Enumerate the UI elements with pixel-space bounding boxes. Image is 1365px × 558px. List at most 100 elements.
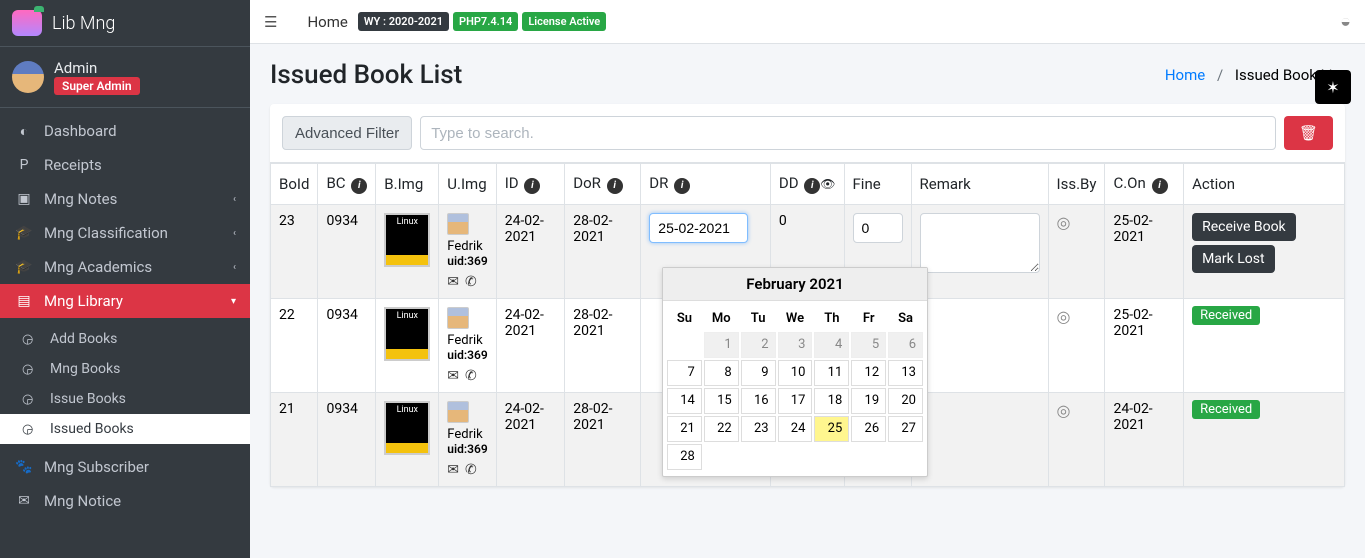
- debug-button[interactable]: ✶: [1315, 70, 1351, 104]
- advanced-filter-button[interactable]: Advanced Filter: [282, 116, 412, 150]
- cell-issby: ◎: [1048, 298, 1105, 392]
- user-circle-icon: ◎: [1057, 401, 1071, 420]
- col-boid[interactable]: BoId: [271, 164, 318, 205]
- mark-lost-button[interactable]: Mark Lost: [1192, 245, 1274, 273]
- day-cell[interactable]: 28: [667, 444, 702, 470]
- topbar-collapse-icon[interactable]: ◒: [1340, 11, 1351, 32]
- day-cell[interactable]: 26: [851, 416, 886, 442]
- sidebar-subitem-issued-books[interactable]: ◶Issued Books: [0, 414, 250, 444]
- user-name: Fedrik: [447, 427, 487, 442]
- nav-label: Issue Books: [50, 391, 126, 407]
- dow-label: Fr: [851, 307, 886, 330]
- page-header: Issued Book List Home / Issued Book List: [250, 44, 1365, 100]
- badge-php: PHP7.4.14: [453, 12, 518, 31]
- day-cell[interactable]: 12: [851, 360, 886, 386]
- brand[interactable]: Lib Mng: [0, 0, 250, 47]
- user-circle-icon: ◎: [1057, 213, 1071, 232]
- datepicker[interactable]: February 2021 SuMoTuWeThFrSa123456789101…: [662, 267, 928, 477]
- day-cell[interactable]: 5: [851, 332, 886, 358]
- breadcrumb-home[interactable]: Home: [1165, 66, 1205, 84]
- user-uid: uid:369: [447, 254, 487, 268]
- day-cell[interactable]: 23: [741, 416, 776, 442]
- col-dr[interactable]: DR i: [641, 164, 771, 205]
- day-cell[interactable]: 19: [851, 388, 886, 414]
- mail-icon[interactable]: ✉: [447, 274, 459, 290]
- cell-bimg: Linux: [376, 392, 439, 486]
- day-cell[interactable]: 25: [814, 416, 849, 442]
- day-cell[interactable]: 1: [704, 332, 739, 358]
- sidebar-item-mng-notes[interactable]: ▣Mng Notes‹: [0, 182, 250, 216]
- mail-icon[interactable]: ✉: [447, 462, 459, 478]
- col-dd[interactable]: DD i👁: [770, 164, 844, 205]
- sidebar-item-receipts[interactable]: PReceipts: [0, 148, 250, 182]
- day-cell[interactable]: 18: [814, 388, 849, 414]
- user-avatar: [447, 307, 469, 329]
- col-bc[interactable]: BC i: [318, 164, 376, 205]
- sidebar-item-mng-subscriber[interactable]: 🐾Mng Subscriber: [0, 450, 250, 484]
- sidebar-subitem-mng-books[interactable]: ◶Mng Books: [0, 354, 250, 384]
- sidebar-item-dashboard[interactable]: ◐Dashboard: [0, 114, 250, 148]
- day-cell[interactable]: 8: [704, 360, 739, 386]
- day-cell[interactable]: 17: [778, 388, 813, 414]
- menu-toggle-icon[interactable]: ☰: [264, 13, 277, 31]
- receive-book-button[interactable]: Receive Book: [1192, 213, 1296, 241]
- topbar-home[interactable]: Home: [307, 13, 347, 31]
- day-cell[interactable]: 11: [814, 360, 849, 386]
- day-cell[interactable]: 14: [667, 388, 702, 414]
- sidebar-item-mng-classification[interactable]: 🎓Mng Classification‹: [0, 216, 250, 250]
- day-cell[interactable]: 24: [778, 416, 813, 442]
- cell-id: 24-02-2021: [496, 204, 565, 298]
- day-cell[interactable]: 4: [814, 332, 849, 358]
- mail-icon[interactable]: ✉: [447, 368, 459, 384]
- col-id[interactable]: ID i: [496, 164, 565, 205]
- col-fine[interactable]: Fine: [844, 164, 911, 205]
- day-cell[interactable]: 16: [741, 388, 776, 414]
- day-cell[interactable]: 21: [667, 416, 702, 442]
- date-return-input[interactable]: [649, 213, 748, 243]
- sidebar-item-mng-academics[interactable]: 🎓Mng Academics‹: [0, 250, 250, 284]
- phone-icon[interactable]: ✆: [465, 274, 477, 290]
- day-cell[interactable]: 27: [888, 416, 923, 442]
- day-cell[interactable]: 2: [741, 332, 776, 358]
- remark-input[interactable]: [920, 213, 1040, 273]
- nav-icon: 🎓: [14, 225, 34, 241]
- sidebar-item-mng-library[interactable]: ▤Mng Library▾: [0, 284, 250, 318]
- sidebar-item-mng-notice[interactable]: ✉Mng Notice: [0, 484, 250, 518]
- day-cell[interactable]: 22: [704, 416, 739, 442]
- nav-label: Mng Academics: [44, 258, 152, 276]
- phone-icon[interactable]: ✆: [465, 368, 477, 384]
- nav-label: Mng Notes: [44, 190, 117, 208]
- nav-label: Mng Library: [44, 292, 123, 310]
- day-cell[interactable]: 10: [778, 360, 813, 386]
- cell-con: 24-02-2021: [1105, 392, 1184, 486]
- search-input[interactable]: [420, 116, 1276, 150]
- nav-icon: P: [14, 157, 34, 173]
- col-uimg[interactable]: U.Img: [439, 164, 496, 205]
- user-panel[interactable]: Admin Super Admin: [0, 47, 250, 108]
- col-issby[interactable]: Iss.By: [1048, 164, 1105, 205]
- day-cell[interactable]: 9: [741, 360, 776, 386]
- col-label: DD: [779, 174, 799, 192]
- sidebar-subitem-issue-books[interactable]: ◶Issue Books: [0, 384, 250, 414]
- day-cell[interactable]: 3: [778, 332, 813, 358]
- col-bimg[interactable]: B.Img: [376, 164, 439, 205]
- col-action[interactable]: Action: [1184, 164, 1345, 205]
- dow-label: Su: [667, 307, 702, 330]
- fine-input[interactable]: [853, 213, 903, 243]
- day-cell[interactable]: 7: [667, 360, 702, 386]
- day-cell[interactable]: 13: [888, 360, 923, 386]
- sidebar-subitem-add-books[interactable]: ◶Add Books: [0, 324, 250, 354]
- col-dor[interactable]: DoR i: [565, 164, 641, 205]
- nav-secondary: 🐾Mng Subscriber✉Mng Notice: [0, 450, 250, 524]
- day-cell[interactable]: 15: [704, 388, 739, 414]
- col-con[interactable]: C.On i: [1105, 164, 1184, 205]
- day-cell[interactable]: 6: [888, 332, 923, 358]
- phone-icon[interactable]: ✆: [465, 462, 477, 478]
- nav-main: ◐DashboardPReceipts▣Mng Notes‹🎓Mng Class…: [0, 108, 250, 324]
- datepicker-title[interactable]: February 2021: [663, 268, 927, 301]
- cell-boid: 23: [271, 204, 318, 298]
- cell-id: 24-02-2021: [496, 298, 565, 392]
- delete-button[interactable]: 🗑: [1284, 116, 1333, 150]
- col-remark[interactable]: Remark: [911, 164, 1048, 205]
- day-cell[interactable]: 20: [888, 388, 923, 414]
